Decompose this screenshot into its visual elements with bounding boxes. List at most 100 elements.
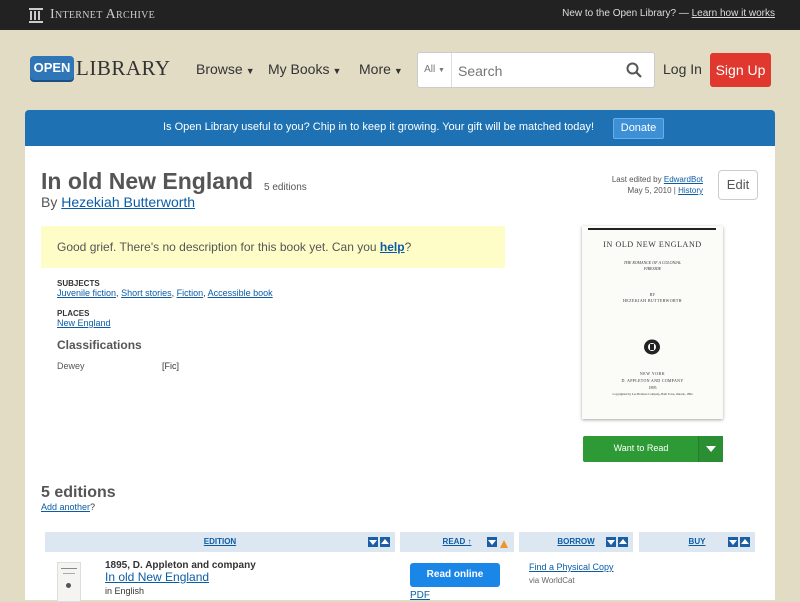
open-library-logo[interactable]: OPEN LIBRARY [30,48,170,92]
caret-down-icon: ▼ [393,66,403,76]
sort-up-icon[interactable] [380,537,390,547]
read-sort-link[interactable]: READ ↑ [443,537,472,546]
edit-date: May 5, 2010 [627,186,672,195]
sort-up-icon[interactable] [740,537,750,547]
sort-down-icon[interactable] [487,537,497,547]
subjects-list: Juvenile fiction, Short stories, Fiction… [57,288,273,298]
search-scope-label: All [424,64,436,75]
internet-archive-bar: Internet Archive New to the Open Library… [0,0,800,30]
book-cover[interactable]: IN OLD NEW ENGLAND THE ROMANCE OF A COLO… [582,226,723,419]
subject-link[interactable]: Accessible book [208,288,273,298]
caret-down-icon: ▼ [437,67,445,74]
description-box: Good grief. There's no description for t… [41,226,505,268]
want-to-read-dropdown-icon[interactable] [698,436,723,462]
sort-up-icon[interactable] [618,537,628,547]
byline: By Hezekiah Butterworth [41,194,195,210]
edition-column-header: EDITION [45,532,395,552]
places-list: New England [57,318,111,328]
editor-link[interactable]: EdwardBot [664,175,703,184]
want-to-read-button[interactable]: Want to Read [583,436,723,462]
edition-sort-link[interactable]: EDITION [204,537,236,546]
nav-more-label: More [359,61,391,77]
subject-link[interactable]: Juvenile fiction [57,288,116,298]
place-link[interactable]: New England [57,318,111,328]
pdf-link[interactable]: PDF [410,590,430,601]
add-another-end: ? [90,502,96,512]
nav-more[interactable]: More ▼ [359,61,403,77]
publisher-emblem-icon [644,339,660,355]
author-link[interactable]: Hezekiah Butterworth [61,194,195,210]
subject-link[interactable]: Short stories [121,288,172,298]
internet-archive-text: Internet Archive [50,7,156,22]
cover-author: HEZEKIAH BUTTERWORTH [623,298,682,303]
search-icon[interactable] [626,62,642,78]
history-link[interactable]: History [678,186,703,195]
buy-sort-controls [728,537,750,547]
cover-top-edge [588,228,716,230]
nav-browse-label: Browse [196,61,243,77]
description-end: ? [404,240,412,254]
edition-cover-thumbnail[interactable] [57,562,81,602]
cover-by: BY [649,292,656,297]
work-card: In old New England 5 editions By Hezekia… [25,146,775,602]
subject-link[interactable]: Fiction [177,288,204,298]
donation-text: Is Open Library useful to you? Chip in t… [163,121,595,133]
dewey-label: Dewey [57,361,85,371]
thumb-line [61,568,77,569]
internet-archive-logo[interactable]: Internet Archive [28,6,155,24]
learn-how-link[interactable]: Learn how it works [692,8,775,19]
signup-button[interactable]: Sign Up [710,53,771,87]
sort-down-icon[interactable] [728,537,738,547]
sort-down-icon[interactable] [606,537,616,547]
borrow-sort-link[interactable]: BORROW [557,537,594,546]
site-header: OPEN LIBRARY Browse ▼ My Books ▼ More ▼ All… [0,30,800,110]
sort-up-active-icon[interactable] [499,537,509,548]
edit-button[interactable]: Edit [718,170,758,200]
classifications-heading: Classifications [57,338,142,352]
read-column-header: READ ↑ [400,532,514,552]
last-edited-info: Last edited by EdwardBot May 5, 2010 | H… [611,175,703,195]
find-physical-copy-link[interactable]: Find a Physical Copy [529,562,614,572]
borrow-column-header: BORROW [519,532,633,552]
caret-down-icon: ▼ [245,66,255,76]
nav-browse[interactable]: Browse ▼ [196,61,255,77]
logo-library-text: LIBRARY [76,56,171,80]
edition-sort-controls [368,537,390,547]
buy-column-header: BUY [639,532,755,552]
add-another-link[interactable]: Add another [41,502,90,512]
want-to-read-label: Want to Read [613,443,669,453]
read-sort-controls [487,537,509,548]
donation-banner: Is Open Library useful to you? Chip in t… [25,110,775,146]
read-online-button[interactable]: Read online [410,563,500,587]
cover-title: IN OLD NEW ENGLAND [603,240,702,249]
subjects-heading: SUBJECTS [57,279,100,288]
dewey-value: [Fic] [162,361,179,371]
search-box: All ▼ [417,52,655,88]
edition-title-link[interactable]: In old New England [105,570,209,584]
cover-subtitle: THE ROMANCE OF A COLONIAL FIRESIDE [623,260,682,271]
search-scope-select[interactable]: All ▼ [418,53,452,87]
login-link[interactable]: Log In [663,61,702,77]
thumb-line [63,573,75,574]
cover-publisher: D. APPLETON AND COMPANY [621,378,684,383]
cover-city: NEW YORK [639,371,666,376]
work-title: In old New England [41,168,254,194]
logo-open-badge: OPEN [30,56,74,80]
last-edited-label: Last edited by [611,175,662,184]
nav-my-books[interactable]: My Books ▼ [268,61,341,77]
by-label: By [41,194,58,210]
via-worldcat: via WorldCat [529,576,575,585]
sort-down-icon[interactable] [368,537,378,547]
nav-my-books-label: My Books [268,61,330,77]
caret-down-icon: ▼ [332,66,342,76]
thumb-emblem [66,583,71,588]
cover-copyright: Copyrighted by Lee Brothers Company, Bat… [612,392,693,396]
editions-heading: 5 editions [41,484,116,501]
search-input[interactable] [456,60,620,82]
places-heading: PLACES [57,309,90,318]
edition-count: 5 editions [264,182,307,193]
donate-button[interactable]: Donate [613,118,664,139]
cover-year: 1895 [648,385,657,390]
help-link[interactable]: help [380,240,405,254]
buy-sort-link[interactable]: BUY [689,537,706,546]
